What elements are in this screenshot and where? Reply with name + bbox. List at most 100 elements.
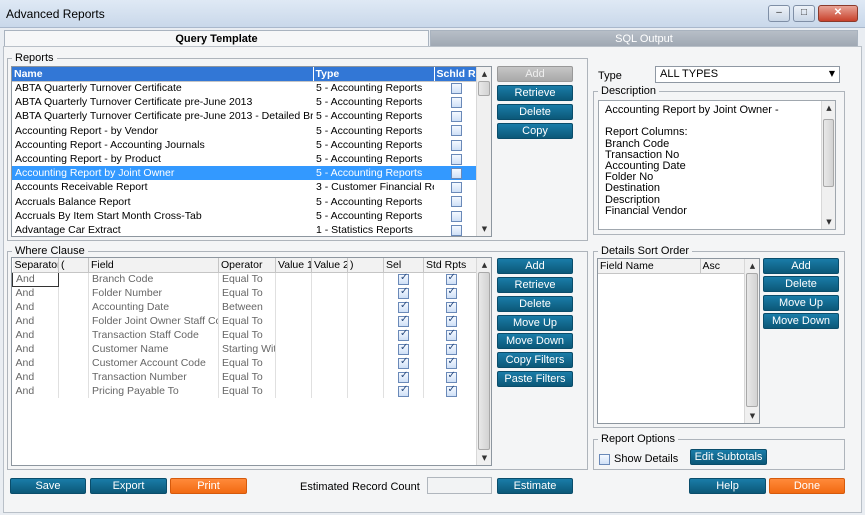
open-paren-cell[interactable] [58, 286, 89, 300]
sel-checkbox[interactable] [398, 300, 409, 313]
close-paren-cell[interactable] [347, 342, 384, 356]
scroll-up-icon[interactable]: ▲ [477, 258, 491, 272]
sel-checkbox[interactable] [398, 328, 409, 341]
std-rpts-cell[interactable] [423, 272, 479, 286]
close-paren-cell[interactable] [347, 384, 384, 398]
schld-rpts-cell[interactable] [434, 124, 478, 138]
value-2-cell[interactable] [311, 356, 348, 370]
schld-rpts-checkbox[interactable] [450, 111, 462, 123]
field-cell[interactable]: Accounting Date [88, 300, 219, 314]
schld-rpts-checkbox[interactable] [450, 224, 462, 236]
schld-rpts-checkbox[interactable] [450, 153, 462, 165]
open-paren-cell[interactable] [58, 342, 89, 356]
close-paren-cell[interactable] [347, 370, 384, 384]
separator-cell[interactable]: And [12, 356, 59, 370]
reports-scrollbar[interactable]: ▲ ▼ [476, 67, 491, 236]
edit-subtotals-button[interactable]: Edit Subtotals [690, 449, 767, 465]
report-row[interactable]: Accounts Receivable Report 3 - Customer F… [12, 180, 478, 194]
value-2-cell[interactable] [311, 370, 348, 384]
std-rpts-checkbox[interactable] [445, 356, 457, 369]
column-header-separator[interactable]: Separator [12, 258, 59, 273]
schld-rpts-checkbox[interactable] [450, 83, 462, 95]
open-paren-cell[interactable] [58, 384, 89, 398]
value-2-cell[interactable] [311, 328, 348, 342]
schld-rpts-checkbox[interactable] [450, 196, 462, 208]
scroll-down-icon[interactable]: ▼ [822, 215, 835, 229]
sel-cell[interactable] [383, 342, 424, 356]
schld-rpts-checkbox[interactable] [450, 167, 462, 179]
column-header-sel[interactable]: Sel [383, 258, 424, 273]
field-cell[interactable]: Transaction Number [88, 370, 219, 384]
value-1-cell[interactable] [275, 384, 312, 398]
value-2-cell[interactable] [311, 342, 348, 356]
value-1-cell[interactable] [275, 300, 312, 314]
sel-cell[interactable] [383, 272, 424, 286]
open-paren-cell[interactable] [58, 370, 89, 384]
sel-checkbox[interactable] [398, 384, 409, 397]
sel-checkbox[interactable] [398, 370, 409, 383]
value-2-cell[interactable] [311, 286, 348, 300]
scroll-up-icon[interactable]: ▲ [745, 259, 759, 273]
separator-cell[interactable]: And [12, 384, 59, 398]
separator-cell[interactable]: And [12, 271, 59, 287]
scroll-down-icon[interactable]: ▼ [477, 222, 491, 236]
operator-cell[interactable]: Starting With [218, 342, 276, 356]
where-clause-grid[interactable]: Separator(Field Operator Value 1 Value 2) Se… [11, 257, 492, 466]
field-cell[interactable]: Folder Joint Owner Staff Cod [88, 314, 219, 328]
copy-report-button[interactable]: Copy [497, 123, 573, 139]
open-paren-cell[interactable] [58, 356, 89, 370]
column-header-field-name[interactable]: Field Name [598, 259, 701, 274]
open-paren-cell[interactable] [58, 272, 89, 286]
schld-rpts-checkbox[interactable] [450, 139, 462, 151]
sel-cell[interactable] [383, 356, 424, 370]
value-1-cell[interactable] [275, 356, 312, 370]
estimate-button[interactable]: Estimate [497, 478, 573, 494]
sort-order-scrollbar[interactable]: ▲ ▼ [744, 259, 759, 423]
show-details-checkbox[interactable] [599, 453, 610, 465]
value-1-cell[interactable] [275, 342, 312, 356]
column-header-schld-rpts[interactable]: Schld Rpts [434, 67, 479, 82]
std-rpts-cell[interactable] [423, 328, 479, 342]
description-scrollbar[interactable]: ▲ ▼ [821, 101, 835, 229]
std-rpts-checkbox[interactable] [445, 314, 457, 327]
sel-cell[interactable] [383, 370, 424, 384]
operator-cell[interactable]: Equal To [218, 286, 276, 300]
open-paren-cell[interactable] [58, 300, 89, 314]
operator-cell[interactable]: Equal To [218, 384, 276, 398]
open-paren-cell[interactable] [58, 314, 89, 328]
sel-cell[interactable] [383, 328, 424, 342]
std-rpts-cell[interactable] [423, 356, 479, 370]
where-row[interactable]: And Transaction Staff Code Equal To [12, 328, 479, 342]
scroll-down-icon[interactable]: ▼ [745, 409, 759, 423]
move-up-filter-button[interactable]: Move Up [497, 315, 573, 331]
where-row[interactable]: And Pricing Payable To Equal To [12, 384, 479, 398]
column-header-asc[interactable]: Asc [700, 259, 747, 274]
column-header-open-paren[interactable]: ( [58, 258, 89, 273]
operator-cell[interactable]: Equal To [218, 328, 276, 342]
schld-rpts-cell[interactable] [434, 209, 478, 223]
operator-cell[interactable]: Equal To [218, 370, 276, 384]
value-2-cell[interactable] [311, 314, 348, 328]
value-2-cell[interactable] [311, 272, 348, 286]
column-header-std-rpts[interactable]: Std Rpts [423, 258, 479, 273]
where-row[interactable]: And Folder Joint Owner Staff Cod Equal To [12, 314, 479, 328]
schld-rpts-cell[interactable] [434, 95, 478, 109]
retrieve-filter-button[interactable]: Retrieve [497, 277, 573, 293]
value-1-cell[interactable] [275, 286, 312, 300]
column-header-type[interactable]: Type [313, 67, 435, 82]
sel-checkbox[interactable] [398, 356, 409, 369]
field-cell[interactable]: Transaction Staff Code [88, 328, 219, 342]
where-row[interactable]: And Folder Number Equal To [12, 286, 479, 300]
report-row[interactable]: Accruals Balance Report 5 - Accounting Re… [12, 195, 478, 209]
add-report-button[interactable]: Add [497, 66, 573, 82]
std-rpts-cell[interactable] [423, 370, 479, 384]
report-row[interactable]: Advantage Car Extract 1 - Statistics Repo… [12, 223, 478, 236]
tab-sql-output[interactable]: SQL Output [430, 30, 858, 47]
schld-rpts-cell[interactable] [434, 152, 478, 166]
close-paren-cell[interactable] [347, 328, 384, 342]
sel-checkbox[interactable] [398, 314, 409, 327]
scroll-thumb[interactable] [823, 119, 834, 187]
report-row[interactable]: ABTA Quarterly Turnover Certificate pre-… [12, 109, 478, 123]
field-cell[interactable]: Branch Code [88, 272, 219, 286]
std-rpts-checkbox[interactable] [445, 384, 457, 397]
